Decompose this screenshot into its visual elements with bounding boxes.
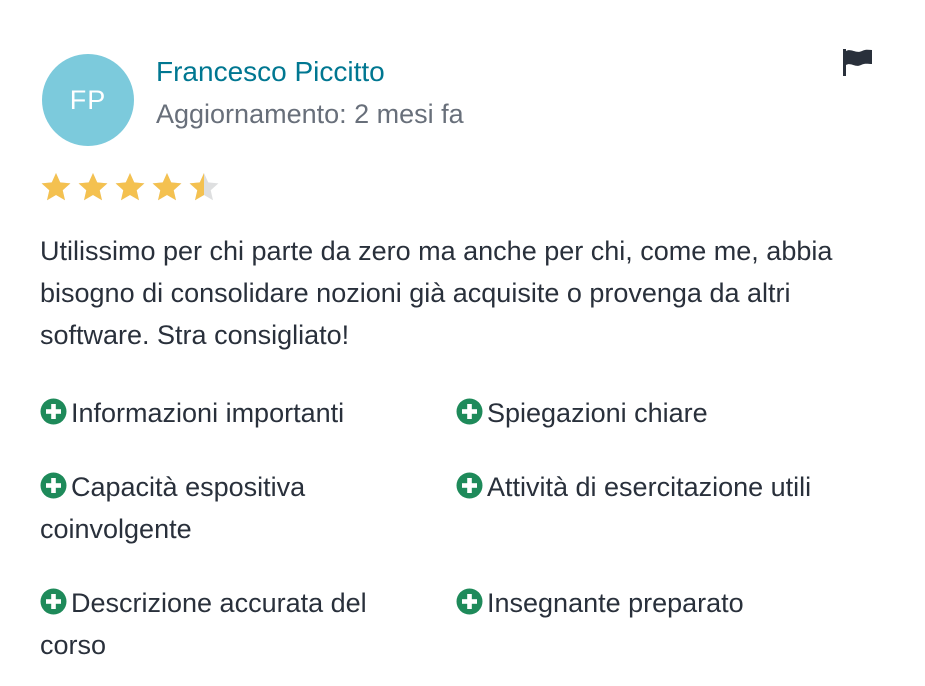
attribute-item: Informazioni importanti: [40, 392, 440, 434]
star-icon: [188, 171, 225, 203]
review-card: FP Francesco Piccitto Aggiornamento: 2 m…: [0, 0, 925, 686]
attribute-label: Attività di esercitazione utili: [487, 472, 812, 502]
plus-circle-icon: [456, 469, 483, 499]
attribute-label: Descrizione accurata del corso: [40, 588, 367, 660]
flag-icon: [843, 49, 872, 76]
star-icon: [151, 171, 188, 203]
plus-circle-icon: [40, 585, 67, 615]
attribute-item: Insegnante preparato: [456, 582, 886, 624]
attribute-label: Capacità espositiva coinvolgente: [40, 472, 306, 544]
reviewer-name[interactable]: Francesco Piccitto: [156, 56, 385, 88]
attribute-item: Capacità espositiva coinvolgente: [40, 466, 440, 550]
attribute-label: Spiegazioni chiare: [487, 398, 708, 428]
attribute-item: Spiegazioni chiare: [456, 392, 886, 434]
attribute-label: Insegnante preparato: [487, 588, 744, 618]
report-flag-button[interactable]: [838, 46, 878, 80]
plus-circle-icon: [456, 585, 483, 615]
avatar: FP: [42, 54, 134, 146]
plus-circle-icon: [456, 395, 483, 425]
avatar-initials: FP: [69, 84, 107, 115]
star-icon: [114, 171, 151, 203]
star-rating: [40, 171, 225, 203]
plus-circle-icon: [40, 395, 67, 425]
updated-timestamp: Aggiornamento: 2 mesi fa: [156, 99, 464, 129]
star-icon: [77, 171, 114, 203]
attribute-item: Attività di esercitazione utili: [456, 466, 886, 508]
plus-circle-icon: [40, 469, 67, 499]
attribute-item: Descrizione accurata del corso: [40, 582, 440, 666]
attribute-label: Informazioni importanti: [71, 398, 345, 428]
star-icon: [40, 171, 77, 203]
review-body: Utilissimo per chi parte da zero ma anch…: [40, 236, 833, 350]
